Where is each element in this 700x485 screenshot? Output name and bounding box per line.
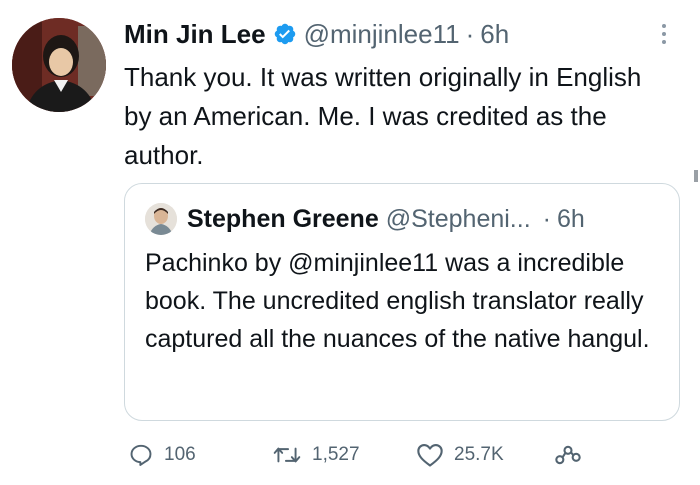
reply-icon xyxy=(130,444,152,466)
author-name[interactable]: Min Jin Lee xyxy=(124,19,266,50)
like-count: 25.7K xyxy=(454,444,504,465)
verified-badge-icon xyxy=(274,23,295,45)
tweet[interactable]: Min Jin Lee @minjinlee11 · 6h Thank you.… xyxy=(0,0,700,485)
heart-icon xyxy=(417,444,443,467)
separator-dot: · xyxy=(465,18,475,49)
retweet-button[interactable]: 1,527 xyxy=(272,437,360,473)
reply-count: 106 xyxy=(164,444,196,465)
quoted-tweet-timestamp[interactable]: 6h xyxy=(557,205,585,234)
share-icon xyxy=(555,445,581,465)
scrollbar-thumb[interactable] xyxy=(694,170,698,182)
tweet-text: Thank you. It was written originally in … xyxy=(124,62,642,170)
tweet-timestamp[interactable]: 6h xyxy=(480,19,509,50)
quoted-author-name[interactable]: Stephen Greene xyxy=(187,205,379,234)
action-bar: 106 1,527 25.7K xyxy=(124,437,644,473)
author-avatar[interactable] xyxy=(12,18,106,112)
reply-button[interactable]: 106 xyxy=(128,437,196,473)
quoted-tweet[interactable]: Stephen Greene @Stepheni... · 6h Pachink… xyxy=(124,183,680,421)
share-button[interactable] xyxy=(554,437,582,473)
author-handle[interactable]: @minjinlee11 xyxy=(304,19,460,50)
quoted-separator-dot: · xyxy=(542,204,551,233)
quoted-author-avatar[interactable] xyxy=(145,203,177,235)
tweet-header: Min Jin Lee @minjinlee11 · 6h xyxy=(124,16,509,52)
more-options-icon[interactable] xyxy=(658,22,670,46)
quoted-author-handle[interactable]: @Stepheni... xyxy=(386,205,531,234)
retweet-icon xyxy=(273,447,301,463)
like-button[interactable]: 25.7K xyxy=(416,437,504,473)
quoted-tweet-text: Pachinko by @minjinlee11 was a incredibl… xyxy=(145,249,650,353)
quoted-tweet-header: Stephen Greene @Stepheni... · 6h xyxy=(145,202,585,236)
retweet-count: 1,527 xyxy=(312,444,360,465)
